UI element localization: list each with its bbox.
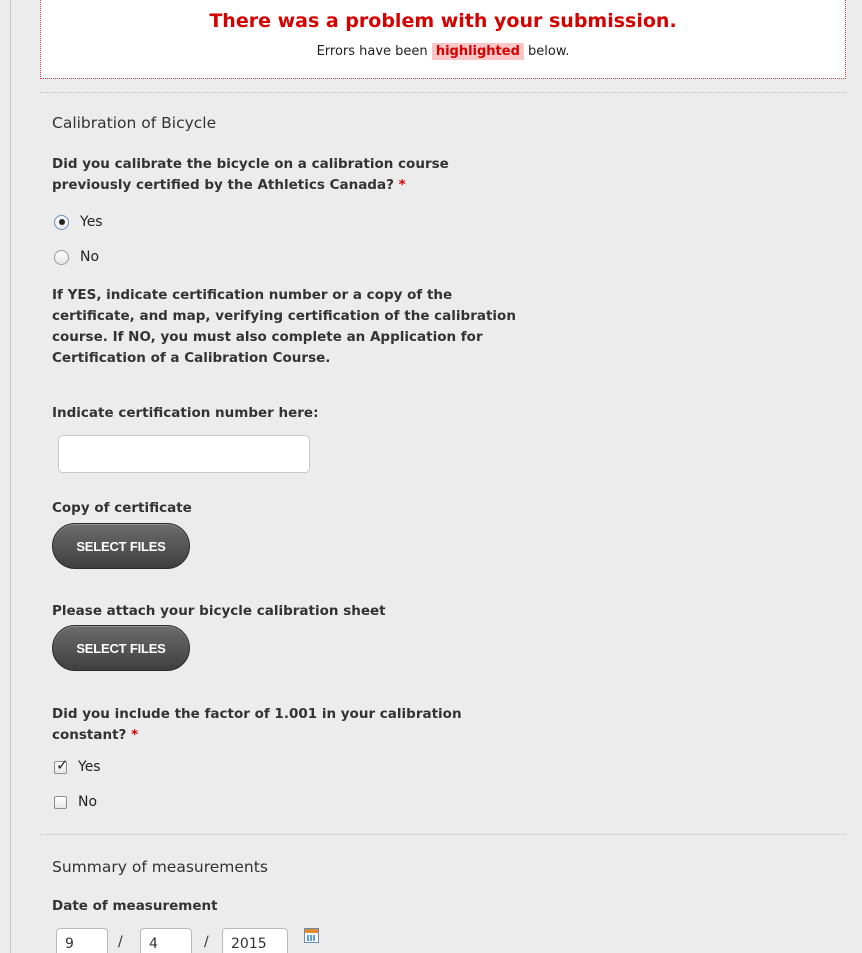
radio-selected-dot [58, 219, 65, 225]
cert-number-input[interactable] [58, 435, 310, 473]
section-divider [40, 834, 846, 835]
error-subtitle: Errors have been highlighted below. [41, 43, 845, 60]
check-icon: ✓ [56, 755, 69, 774]
error-subtitle-after: below. [523, 44, 570, 59]
question-factor: Did you include the factor of 1.001 in y… [52, 704, 532, 746]
date-separator: / [118, 934, 123, 950]
radio-option-yes[interactable]: Yes [54, 212, 103, 232]
checkbox-option-yes[interactable]: ✓ Yes [54, 757, 101, 777]
question-factor-text: Did you include the factor of 1.001 in y… [52, 706, 462, 743]
radio-label-yes: Yes [80, 214, 103, 230]
left-border [10, 0, 11, 953]
select-files-button-certificate[interactable]: SELECT FILES [52, 523, 190, 569]
section-title-summary: Summary of measurements [52, 858, 268, 876]
checkbox-option-no[interactable]: No [54, 792, 97, 812]
error-banner: There was a problem with your submission… [40, 0, 846, 79]
date-year-input[interactable]: 2015 [222, 928, 288, 953]
radio-option-no[interactable]: No [54, 247, 99, 267]
question-calibrated-course: Did you calibrate the bicycle on a calib… [52, 154, 532, 196]
error-subtitle-before: Errors have been [316, 44, 432, 59]
date-month-input[interactable]: 4 [140, 928, 192, 953]
checkbox-no[interactable] [54, 795, 67, 809]
section-title-calibration: Calibration of Bicycle [52, 114, 217, 132]
calibration-instructions: If YES, indicate certification number or… [52, 287, 516, 366]
required-mark: * [131, 727, 139, 743]
select-files-button-calibration-sheet[interactable]: SELECT FILES [52, 625, 190, 671]
radio-button-yes[interactable] [54, 214, 69, 230]
date-day-input[interactable]: 9 [56, 928, 108, 953]
question-calibrated-course-text: Did you calibrate the bicycle on a calib… [52, 156, 449, 193]
checkbox-label-no: No [78, 794, 98, 810]
error-highlight: highlighted [431, 43, 524, 60]
section-divider [40, 92, 846, 93]
date-of-measurement-label: Date of measurement [52, 898, 218, 914]
calibration-sheet-label: Please attach your bicycle calibration s… [52, 603, 386, 619]
required-mark: * [398, 177, 406, 193]
radio-button-no[interactable] [54, 249, 69, 265]
calendar-icon[interactable] [304, 928, 319, 943]
cert-number-label: Indicate certification number here: [52, 405, 319, 421]
date-separator: / [204, 934, 209, 950]
checkbox-label-yes: Yes [78, 759, 101, 775]
copy-certificate-label: Copy of certificate [52, 500, 192, 516]
error-title: There was a problem with your submission… [209, 10, 677, 32]
radio-label-no: No [80, 249, 100, 265]
checkbox-yes[interactable]: ✓ [54, 755, 69, 774]
form-page: There was a problem with your submission… [0, 0, 862, 953]
